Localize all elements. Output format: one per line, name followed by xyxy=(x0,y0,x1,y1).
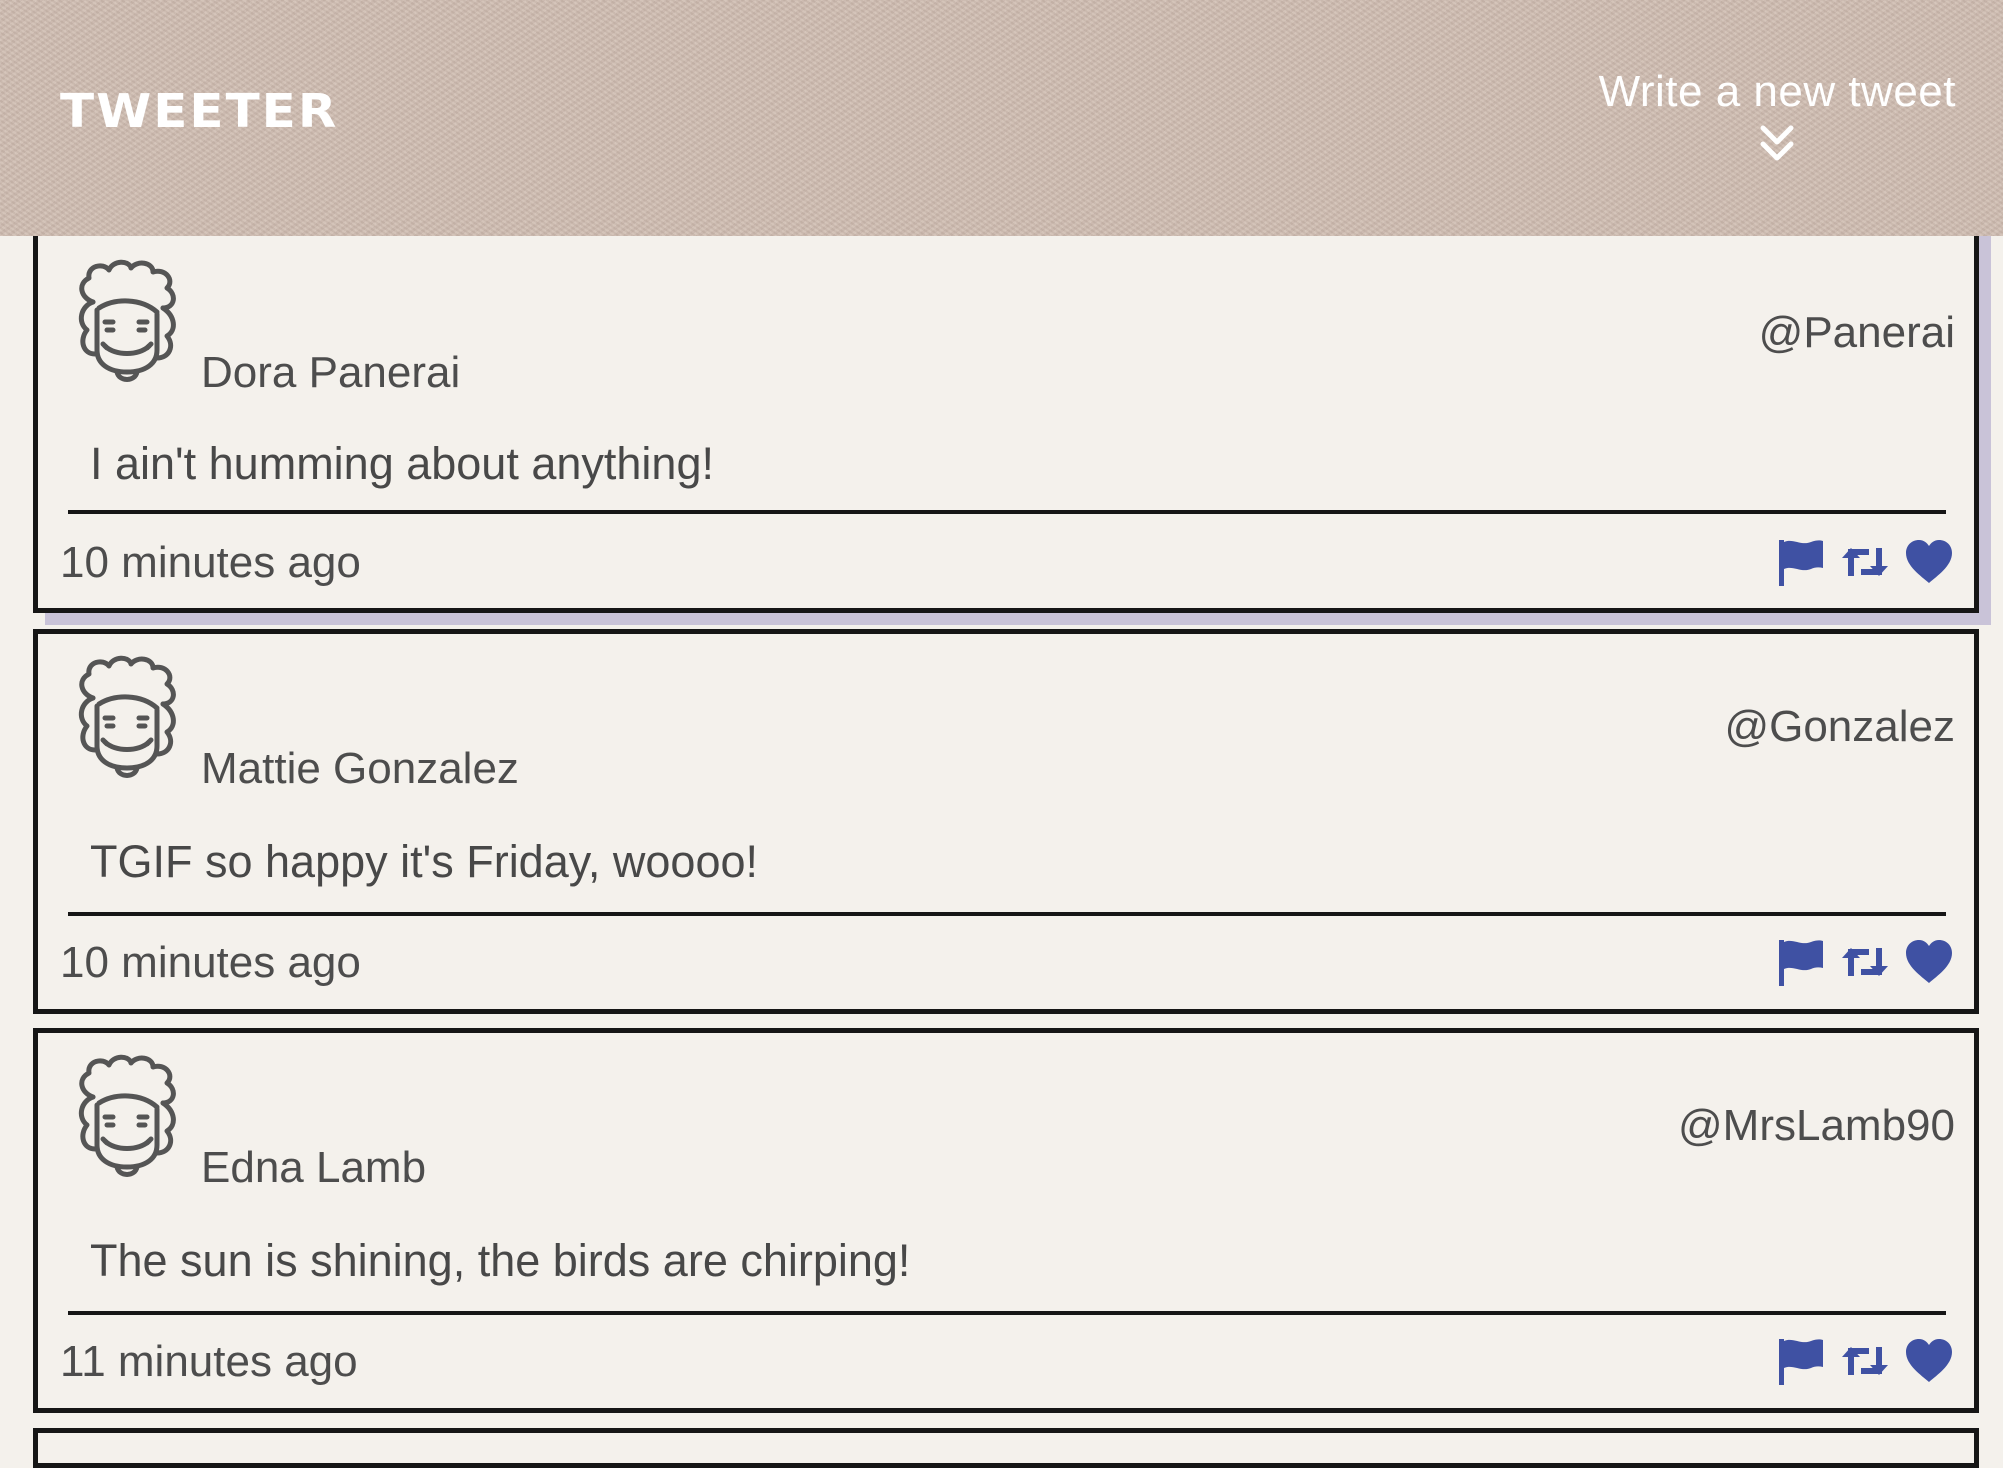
avatar-face-icon xyxy=(65,258,189,388)
top-nav-bar: TWEETER Write a new tweet xyxy=(0,0,2003,236)
heart-icon[interactable] xyxy=(1903,936,1955,988)
tweet-author-handle: @Panerai xyxy=(1758,308,1955,357)
heart-icon[interactable] xyxy=(1903,1335,1955,1387)
tweet-text: I ain't humming about anything! xyxy=(90,438,714,489)
retweet-icon[interactable] xyxy=(1839,1335,1891,1387)
avatar-face-icon xyxy=(65,654,189,784)
flag-icon[interactable] xyxy=(1775,536,1827,588)
tweet-author-handle: @MrsLamb90 xyxy=(1678,1101,1955,1150)
write-new-tweet-label[interactable]: Write a new tweet xyxy=(1599,62,1956,122)
tweet-author-name: Edna Lamb xyxy=(201,1143,427,1192)
retweet-icon[interactable] xyxy=(1839,936,1891,988)
chevron-double-down-icon[interactable] xyxy=(1755,122,1799,166)
brand-logo[interactable]: TWEETER xyxy=(60,84,338,139)
tweet-divider xyxy=(68,510,1946,514)
tweet-divider xyxy=(68,912,1946,916)
retweet-icon[interactable] xyxy=(1839,536,1891,588)
avatar-face-icon xyxy=(65,1053,189,1183)
tweet-text: TGIF so happy it's Friday, woooo! xyxy=(90,836,759,887)
tweet-actions xyxy=(1775,1335,1955,1387)
tweet-card-partial[interactable] xyxy=(33,1428,1979,1468)
write-new-tweet-button[interactable]: Write a new tweet xyxy=(1599,62,1956,166)
heart-icon[interactable] xyxy=(1903,536,1955,588)
tweet-divider xyxy=(68,1311,1946,1315)
tweet-timestamp: 10 minutes ago xyxy=(60,938,361,987)
flag-icon[interactable] xyxy=(1775,936,1827,988)
tweet-timestamp: 11 minutes ago xyxy=(60,1337,358,1386)
tweet-actions xyxy=(1775,536,1955,588)
tweet-card[interactable]: Edna Lamb @MrsLamb90 The sun is shining,… xyxy=(33,1028,1979,1413)
tweet-author-handle: @Gonzalez xyxy=(1724,702,1955,751)
tweet-actions xyxy=(1775,936,1955,988)
tweet-card[interactable]: Mattie Gonzalez @Gonzalez TGIF so happy … xyxy=(33,629,1979,1014)
flag-icon[interactable] xyxy=(1775,1335,1827,1387)
tweet-timestamp: 10 minutes ago xyxy=(60,538,361,587)
tweet-author-name: Mattie Gonzalez xyxy=(201,744,519,793)
tweet-author-name: Dora Panerai xyxy=(201,348,461,397)
tweet-card[interactable]: Dora Panerai @Panerai I ain't humming ab… xyxy=(33,213,1979,613)
tweet-text: The sun is shining, the birds are chirpi… xyxy=(90,1235,911,1286)
